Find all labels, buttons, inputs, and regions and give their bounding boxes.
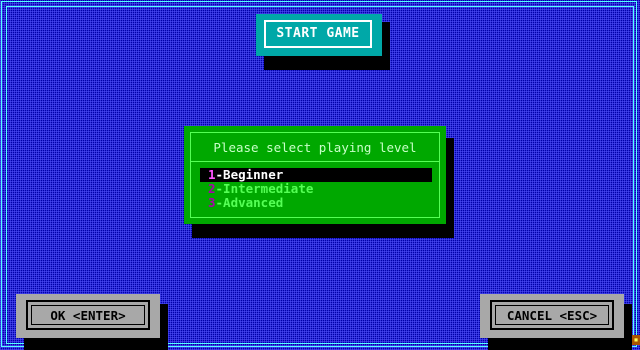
level-option-beginner[interactable]: 1-Beginner bbox=[200, 168, 432, 182]
level-option-number: 3 bbox=[208, 195, 216, 210]
level-option-number: 2 bbox=[208, 181, 216, 196]
start-game-label: START GAME bbox=[264, 20, 372, 48]
level-option-number: 1 bbox=[208, 167, 216, 182]
cancel-button-frame: CANCEL <ESC> bbox=[490, 300, 614, 330]
ok-button-shadow-side bbox=[160, 304, 168, 350]
screen-background: START GAME Please select playing level 1… bbox=[0, 0, 640, 350]
ok-button-frame: OK <ENTER> bbox=[26, 300, 150, 330]
corner-marker-icon: ▪ bbox=[632, 335, 640, 345]
dialog-shadow bbox=[192, 224, 454, 238]
dialog-divider bbox=[191, 161, 439, 162]
start-box-shadow-side bbox=[382, 22, 390, 70]
dialog-shadow-side bbox=[446, 138, 454, 238]
cancel-button-shadow bbox=[488, 338, 632, 350]
start-box-shadow bbox=[264, 56, 390, 70]
level-select-dialog: Please select playing level 1-Beginner 2… bbox=[184, 126, 446, 224]
cancel-button-shadow-side bbox=[624, 304, 632, 338]
cancel-button[interactable]: CANCEL <ESC> bbox=[480, 294, 624, 338]
dialog-title: Please select playing level bbox=[213, 140, 417, 155]
level-option-intermediate[interactable]: 2-Intermediate bbox=[200, 182, 432, 196]
ok-button[interactable]: OK <ENTER> bbox=[16, 294, 160, 338]
level-option-label: -Intermediate bbox=[215, 181, 314, 196]
start-game-button[interactable]: START GAME bbox=[256, 14, 382, 56]
level-option-label: -Beginner bbox=[215, 167, 284, 182]
cancel-button-label: CANCEL <ESC> bbox=[495, 305, 609, 325]
ok-button-label: OK <ENTER> bbox=[31, 305, 145, 325]
level-option-label: -Advanced bbox=[215, 195, 284, 210]
ok-button-shadow bbox=[24, 338, 168, 350]
level-option-advanced[interactable]: 3-Advanced bbox=[200, 196, 432, 210]
